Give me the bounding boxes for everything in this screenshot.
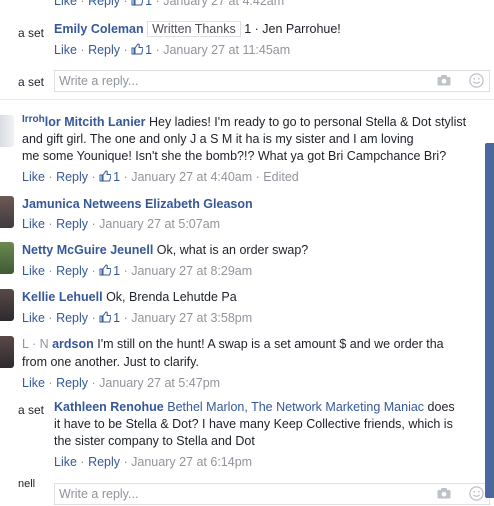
action-row: Like · Reply · January 27 at 6:14pm	[54, 455, 253, 469]
reply-comment: Emily Coleman Written Thanks 1 · Jen Par…	[54, 21, 341, 37]
action-row: Like · Reply · 1 · January 27 at 11:45am	[54, 43, 291, 57]
avatar[interactable]	[0, 115, 14, 147]
timestamp[interactable]: January 27 at 5:47pm	[99, 376, 220, 390]
like-link[interactable]: Like	[54, 43, 77, 57]
reply-link[interactable]: Reply	[56, 217, 88, 231]
timestamp[interactable]: January 27 at 8:29am	[131, 264, 252, 278]
like-link[interactable]: Like	[22, 170, 45, 184]
like-link[interactable]: Like	[54, 0, 77, 8]
comment-text: from one another. Just to clarify.	[22, 355, 199, 369]
comment-author[interactable]: lor Mitcith Lanier	[45, 115, 146, 129]
comment-text: 1 · Jen Parrohue!	[244, 22, 341, 36]
like-link[interactable]: Like	[22, 311, 45, 325]
avatar[interactable]	[0, 336, 14, 368]
reply-link[interactable]: Reply	[88, 455, 120, 469]
like-count[interactable]: 1	[99, 311, 120, 325]
reply-link[interactable]: Reply	[88, 0, 120, 8]
comment-text: me some Younique! Isn't she the bomb?!? …	[22, 149, 447, 163]
comment-body: Kellie Lehuell Ok, Brenda Lehutde Pa	[22, 290, 237, 304]
timestamp[interactable]: January 27 at 4:42am	[163, 0, 284, 8]
action-row: Like · Reply · 1 · January 27 at 3:58pm	[22, 311, 253, 325]
comment-text: I'm still on the hunt! A swap is a set a…	[97, 337, 444, 351]
like-link[interactable]: Like	[22, 376, 45, 390]
action-row: Like · Reply · 1 · January 27 at 4:40am …	[22, 170, 299, 184]
comment-author-prefix: Irroh	[22, 114, 45, 125]
comment-author[interactable]: Kellie Lehuell	[22, 290, 103, 304]
like-count[interactable]: 1	[131, 0, 152, 8]
comment-text: and gift girl. The one and only J a S M …	[22, 132, 414, 146]
comment-body: Jamunica Netweens Elizabeth Gleason	[22, 197, 253, 211]
camera-icon[interactable]	[437, 488, 451, 499]
comment-author[interactable]: Netty McGuire Jeunell	[22, 243, 153, 257]
reply-avatar: a set	[18, 75, 45, 89]
comment-text: Ok, what is an order swap?	[156, 243, 309, 257]
comment-author[interactable]: ardson	[52, 337, 94, 351]
action-row: Like · Reply · 1 · January 27 at 8:29am	[22, 264, 253, 278]
comment-author[interactable]: Jamunica Netweens Elizabeth Gleason	[22, 197, 253, 211]
comment-text: does	[427, 400, 455, 414]
emoji-icon[interactable]	[469, 486, 484, 501]
reply-box[interactable]	[54, 70, 490, 92]
edited-label[interactable]: Edited	[263, 170, 298, 184]
avatar[interactable]: a set	[18, 20, 46, 44]
comment-body: L · N ardson I'm still on the hunt! A sw…	[22, 337, 444, 351]
like-link[interactable]: Like	[22, 264, 45, 278]
thumbs-up-icon	[99, 311, 112, 323]
timestamp[interactable]: January 27 at 6:14pm	[131, 455, 252, 469]
thumbs-up-icon	[131, 43, 144, 55]
reply-box[interactable]	[54, 483, 490, 505]
reply-avatar: a set	[18, 403, 45, 417]
comment-author-prefix: L · N	[22, 337, 49, 351]
comment-text: the sister company to Stella and Dot	[54, 434, 255, 448]
thumbs-up-icon	[99, 170, 112, 182]
avatar[interactable]	[0, 289, 14, 321]
comment-author[interactable]: Kathleen Renohue	[54, 400, 164, 414]
reply-avatar: nell	[18, 478, 36, 490]
reply-input[interactable]	[55, 71, 419, 91]
inline-mention: Written Thanks	[147, 21, 241, 37]
reply-link[interactable]: Reply	[56, 264, 88, 278]
thumbs-up-icon	[99, 264, 112, 276]
comment-text: it have to be Stella & Dot? I have many …	[54, 417, 453, 431]
divider	[0, 99, 494, 100]
comment-body: Netty McGuire Jeunell Ok, what is an ord…	[22, 243, 308, 257]
timestamp[interactable]: January 27 at 11:45am	[163, 43, 290, 57]
comment-author[interactable]: Emily Coleman	[54, 22, 144, 36]
action-row: Like · Reply · January 27 at 5:47pm	[22, 376, 221, 390]
action-row: Like · Reply · January 27 at 5:07am	[22, 217, 221, 231]
avatar[interactable]	[0, 242, 14, 274]
like-count[interactable]: 1	[131, 43, 152, 57]
like-link[interactable]: Like	[22, 217, 45, 231]
timestamp[interactable]: January 27 at 3:58pm	[131, 311, 252, 325]
timestamp[interactable]: January 27 at 5:07am	[99, 217, 220, 231]
reply-link[interactable]: Reply	[56, 376, 88, 390]
thumbs-up-icon	[131, 0, 144, 6]
reply-link[interactable]: Reply	[56, 170, 88, 184]
scrollbar[interactable]	[485, 143, 494, 498]
like-count[interactable]: 1	[99, 170, 120, 184]
camera-icon[interactable]	[437, 75, 451, 86]
emoji-icon[interactable]	[469, 73, 484, 88]
like-count[interactable]: 1	[99, 264, 120, 278]
comment-text: Ok, Brenda Lehutde Pa	[106, 290, 237, 304]
avatar[interactable]	[0, 196, 14, 228]
comment-text: Hey ladies! I'm ready to go to personal …	[148, 115, 467, 129]
mention-link[interactable]: Bethel Marlon, The Network Marketing Man…	[167, 400, 424, 414]
comment-body: Irrohlor Mitcith Lanier Hey ladies! I'm …	[22, 114, 466, 129]
like-link[interactable]: Like	[54, 455, 77, 469]
timestamp[interactable]: January 27 at 4:40am	[131, 170, 252, 184]
action-row: Like · Reply · 1 · January 27 at 4:42am	[54, 0, 284, 8]
reply-link[interactable]: Reply	[88, 43, 120, 57]
reply-input[interactable]	[55, 484, 419, 504]
reply-comment: Kathleen Renohue Bethel Marlon, The Netw…	[54, 400, 455, 414]
reply-link[interactable]: Reply	[56, 311, 88, 325]
